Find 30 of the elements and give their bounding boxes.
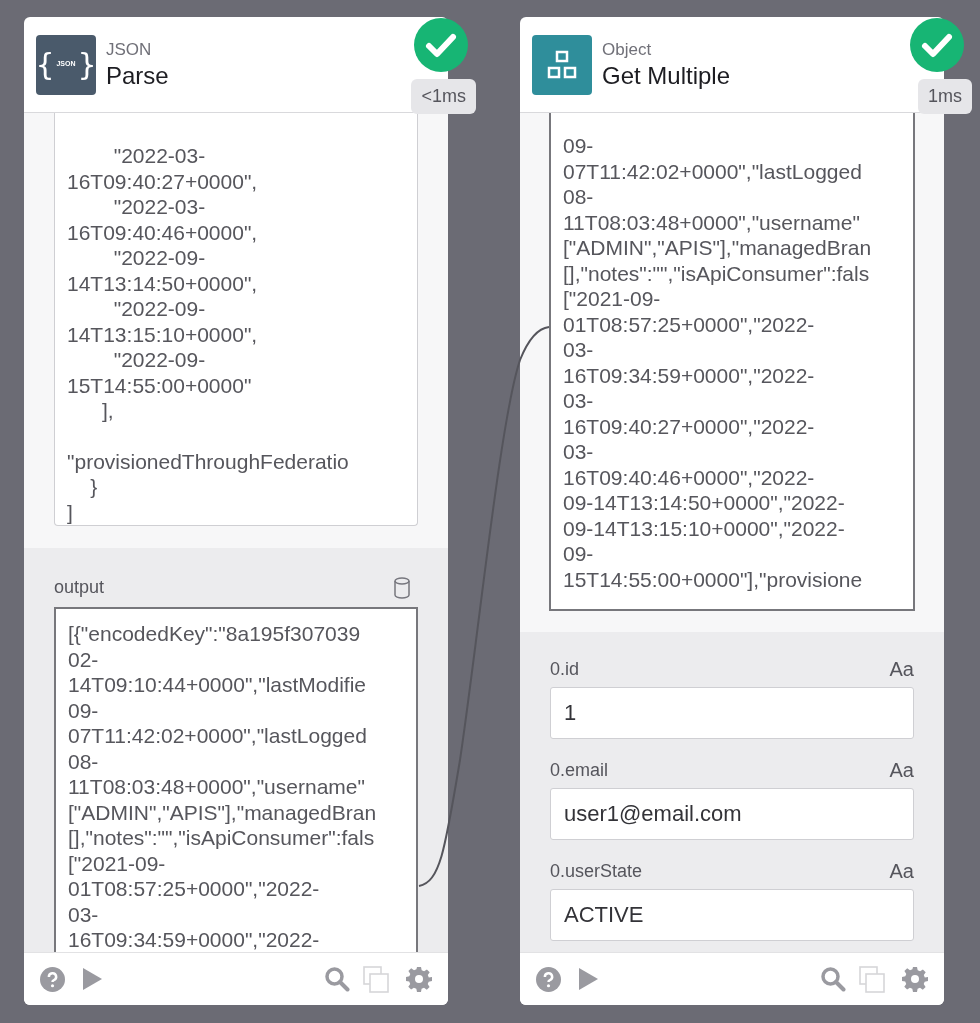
node-title: Get Multiple: [602, 60, 731, 91]
code-text: 09- 07T11:42:02+0000","lastLogged 08- 11T08:03:48+0000","username" ["ADMIN","APIS"],"managedBran [],"notes":"","isApiConsumer":fals ["2021-09- 01T08:57:25+0000","2022- 03- 16T09:34:59+0000","2022- 03- 16T09:40:27+0000","2022- 03- 16T09:40:46+0000","2022- 09-14T13:14:50+0000","2022- 09-14T13:15:10+0000","2022- 09- 15T14:55:00+0000"],"provisione: [563, 133, 873, 592]
blocks-icon: [532, 34, 592, 95]
text-type-label: Aa: [889, 859, 914, 884]
text-input[interactable]: 1: [550, 687, 914, 739]
output-label: output: [54, 576, 105, 599]
node-title: Parse: [106, 60, 169, 91]
search-icon[interactable]: [324, 966, 350, 992]
help-icon[interactable]: [536, 966, 561, 992]
code-text: "provisionedThroughFederatio } ]: [67, 448, 350, 525]
settings-icon[interactable]: [902, 966, 928, 992]
text-type-label: Aa: [889, 758, 914, 783]
node-category: JSON: [106, 38, 153, 61]
duration-badge: <1ms: [411, 79, 476, 114]
text-input[interactable]: user1@email.com: [550, 788, 914, 840]
database-icon: [394, 576, 410, 599]
duration-badge: 1ms: [918, 79, 972, 114]
code-text: "2022-03- 16T09:40:27+0000", "2022-03- 16T09:40:46+0000", "2022-09- 14T13:14:50+0000", "2022-09- 14T13:15:10+0000", "2022-09- 15T14:55:00+0000" ],: [67, 143, 259, 424]
search-icon[interactable]: [820, 966, 846, 992]
code-text: [{"encodedKey":"8a195f307039 02- 14T09:10:44+0000","lastModifie 09- 07T11:42:02+0000","lastLogged 08- 11T08:03:48+0000","username" ["ADMIN","APIS"],"managedBran [],"notes":"","isApiConsumer":fals ["2021-09- 01T08:57:25+0000","2022- 03- 16T09:34:59+0000","2022-: [68, 621, 378, 952]
field-label: 0.id: [550, 657, 580, 681]
text-type-label: Aa: [889, 657, 914, 682]
field-label: 0.email: [550, 758, 609, 782]
text-input[interactable]: ACTIVE: [550, 889, 914, 941]
help-icon[interactable]: [40, 966, 65, 992]
node-category: Object: [602, 38, 653, 61]
settings-icon[interactable]: [406, 966, 432, 992]
field-label: 0.userState: [550, 859, 643, 883]
play-icon[interactable]: [81, 967, 103, 991]
play-icon[interactable]: [577, 967, 599, 991]
